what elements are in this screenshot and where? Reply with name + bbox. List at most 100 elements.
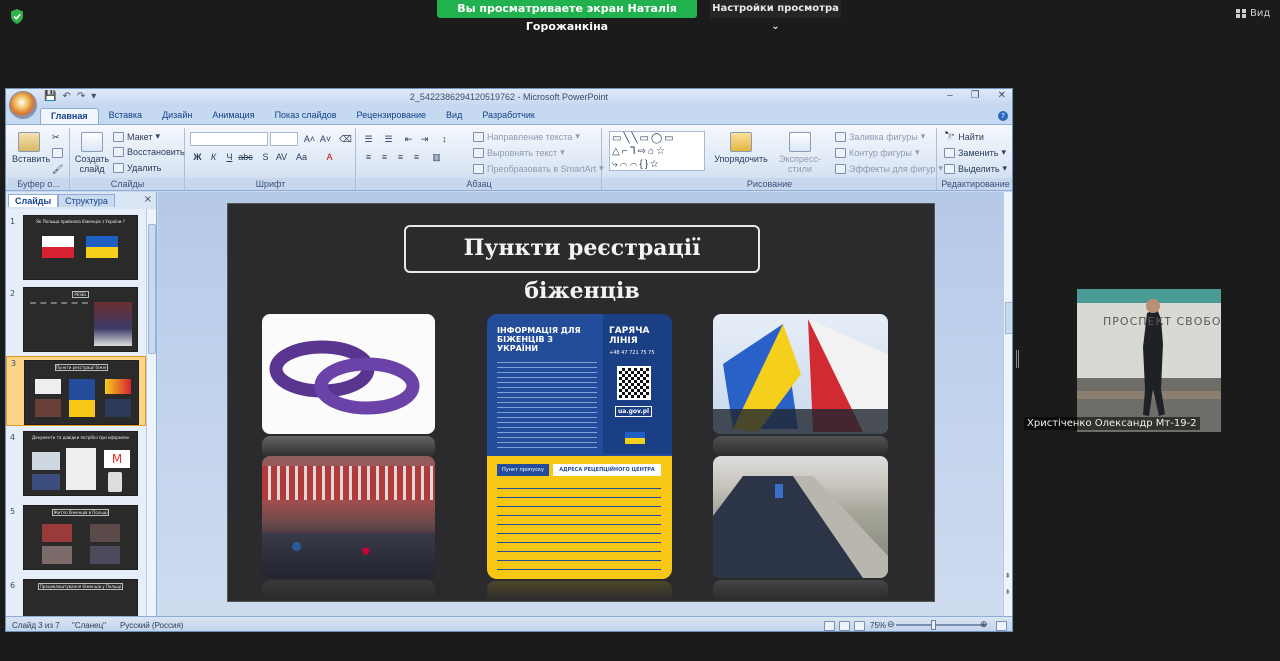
- align-text-button[interactable]: Выровнять текст ▾: [473, 147, 565, 158]
- smartart-label: Преобразовать в SmartArt: [487, 163, 597, 174]
- spacing-icon[interactable]: AV: [274, 150, 289, 164]
- strikethrough-icon[interactable]: abc: [238, 150, 253, 164]
- tab-insert[interactable]: Вставка: [99, 108, 152, 124]
- theme-name[interactable]: "Сланец": [72, 621, 106, 630]
- panel-resize-handle[interactable]: [1016, 350, 1019, 368]
- text-direction-button[interactable]: Направление текста ▾: [473, 131, 580, 142]
- zoom-slider-knob[interactable]: [931, 620, 936, 630]
- participant-video[interactable]: ПРОСПЕКТ СВОБО: [1077, 289, 1221, 432]
- close-button[interactable]: ✕: [998, 90, 1006, 101]
- shield-icon[interactable]: [10, 9, 24, 24]
- zoom-slider[interactable]: [896, 624, 986, 626]
- sorter-view-icon[interactable]: [839, 621, 850, 631]
- normal-view-icon[interactable]: [824, 621, 835, 631]
- tab-slides[interactable]: Слайды: [8, 194, 59, 207]
- wristbands-image[interactable]: [262, 314, 435, 434]
- view-button[interactable]: Вид: [1236, 8, 1270, 19]
- view-options-button[interactable]: Настройки просмотра ⌄: [710, 0, 841, 32]
- find-button[interactable]: 🔭 Найти: [944, 131, 984, 142]
- shapes-gallery[interactable]: ▭╲╲▭◯▭ △⌐ᒣ⇨⌂☆ ⤷⌒⌒{}☆: [609, 131, 705, 171]
- new-slide-button[interactable]: Создать слайд: [74, 132, 110, 174]
- help-icon[interactable]: ?: [998, 111, 1008, 121]
- shape-effects-button[interactable]: Эффекты для фигур ▾: [835, 163, 943, 174]
- increase-indent-icon[interactable]: ⇥: [417, 132, 432, 146]
- format-painter-icon[interactable]: 🖌: [52, 164, 63, 175]
- align-center-icon[interactable]: ≡: [377, 150, 392, 164]
- tab-design[interactable]: Дизайн: [152, 108, 202, 124]
- slide-thumbnail-4[interactable]: 4 Документи та довідки потрібні при офор…: [6, 431, 146, 501]
- scrollbar-thumb[interactable]: [148, 224, 156, 354]
- grow-font-icon[interactable]: A˄: [302, 132, 317, 146]
- change-case-icon[interactable]: Aa: [294, 150, 309, 164]
- slide-thumbnail-3-selected[interactable]: 3 Пункти реєстрації біженців: [6, 356, 146, 426]
- paragraph-group: ☰ ☰ ⇤ ⇥ ↕ ≡ ≡ ≡ ≡ ▥ Направление текста ▾…: [357, 128, 604, 190]
- shadow-icon[interactable]: S: [258, 150, 273, 164]
- font-size-combo[interactable]: [270, 132, 298, 146]
- justify-icon[interactable]: ≡: [409, 150, 424, 164]
- refugee-info-poster[interactable]: ІНФОРМАЦІЯ ДЛЯ БІЖЕНЦІВ З УКРАЇНИ ГАРЯЧА…: [487, 314, 672, 579]
- quick-styles-button[interactable]: Экспресс-стили: [769, 132, 831, 174]
- stadium-crowd-image[interactable]: [262, 456, 435, 578]
- fit-window-icon[interactable]: [996, 621, 1007, 631]
- tab-slideshow[interactable]: Показ слайдов: [265, 108, 347, 124]
- zoom-in-icon[interactable]: ⊕: [980, 619, 988, 630]
- slideshow-view-icon[interactable]: [854, 621, 865, 631]
- thumbnail-title: Як Польща прийняла біженців з України ?: [36, 219, 125, 224]
- bold-icon[interactable]: Ж: [190, 150, 205, 164]
- tab-outline[interactable]: Структура: [58, 194, 115, 207]
- align-text-label: Выровнять текст: [487, 147, 558, 158]
- current-slide[interactable]: Пункти реєстрації біженців ІНФОРМАЦІЯ ДЛ…: [228, 204, 934, 601]
- slides-group-label: Слайды: [71, 178, 184, 190]
- copy-icon[interactable]: [52, 148, 63, 158]
- next-slide-icon[interactable]: ⇟: [1005, 588, 1011, 596]
- zoom-level[interactable]: 75%: [870, 621, 886, 630]
- cut-icon[interactable]: ✂: [52, 132, 60, 143]
- layout-button[interactable]: Макет ▾: [113, 131, 160, 142]
- language[interactable]: Русский (Россия): [120, 621, 183, 630]
- paste-button[interactable]: Вставить: [12, 132, 50, 164]
- smartart-button[interactable]: Преобразовать в SmartArt ▾: [473, 163, 604, 174]
- slide-title[interactable]: Пункти реєстрації біженців: [404, 225, 760, 304]
- shape-outline-button[interactable]: Контур фигуры ▾: [835, 147, 919, 158]
- italic-icon[interactable]: К: [206, 150, 221, 164]
- slide-scrollbar[interactable]: ⇞ ⇟: [1003, 192, 1012, 616]
- restore-button[interactable]: ❐: [971, 90, 980, 101]
- replace-button[interactable]: Заменить ▾: [944, 147, 1006, 158]
- tab-home[interactable]: Главная: [40, 108, 99, 124]
- delete-slide-button[interactable]: Удалить: [113, 163, 161, 173]
- zoom-out-icon[interactable]: ⊖: [887, 619, 895, 630]
- font-name-combo[interactable]: [190, 132, 268, 146]
- line-spacing-icon[interactable]: ↕: [437, 132, 452, 146]
- columns-icon[interactable]: ▥: [429, 150, 444, 164]
- chevron-down-icon: ⌄: [771, 21, 780, 32]
- slide-thumbnail-5[interactable]: 5 Житло біженців в Польщі: [6, 505, 146, 575]
- bullets-icon[interactable]: ☰: [361, 132, 376, 146]
- slide-thumbnail-6[interactable]: 6 Працевлаштування біженців у Польщі: [6, 579, 146, 616]
- tab-animation[interactable]: Анимация: [202, 108, 264, 124]
- align-right-icon[interactable]: ≡: [393, 150, 408, 164]
- arrange-button[interactable]: Упорядочить: [713, 132, 769, 164]
- decrease-indent-icon[interactable]: ⇤: [401, 132, 416, 146]
- minimize-button[interactable]: –: [947, 90, 953, 101]
- font-color-icon[interactable]: A: [322, 150, 337, 164]
- numbering-icon[interactable]: ☰: [381, 132, 396, 146]
- reset-button[interactable]: Восстановить: [113, 147, 185, 157]
- select-button[interactable]: Выделить ▾: [944, 163, 1007, 174]
- tab-developer[interactable]: Разработчик: [472, 108, 544, 124]
- border-queue-image[interactable]: [713, 456, 888, 578]
- shape-fill-button[interactable]: Заливка фигуры ▾: [835, 131, 925, 142]
- clear-format-icon[interactable]: ⌫: [338, 132, 353, 146]
- prev-slide-icon[interactable]: ⇞: [1005, 572, 1011, 580]
- align-left-icon[interactable]: ≡: [361, 150, 376, 164]
- underline-icon[interactable]: Ч: [222, 150, 237, 164]
- tab-view[interactable]: Вид: [436, 108, 472, 124]
- flags-image[interactable]: [713, 314, 888, 434]
- scrollbar-thumb[interactable]: [1005, 302, 1012, 334]
- shrink-font-icon[interactable]: A˅: [318, 132, 333, 146]
- thumbnails-scrollbar[interactable]: [146, 209, 156, 616]
- tab-review[interactable]: Рецензирование: [347, 108, 437, 124]
- panel-close-button[interactable]: ×: [144, 194, 152, 205]
- slide-thumbnail-1[interactable]: 1 Як Польща прийняла біженців з України …: [6, 215, 146, 285]
- slide-thumbnail-2[interactable]: 2 PESEL: [6, 287, 146, 357]
- office-button[interactable]: [9, 91, 37, 119]
